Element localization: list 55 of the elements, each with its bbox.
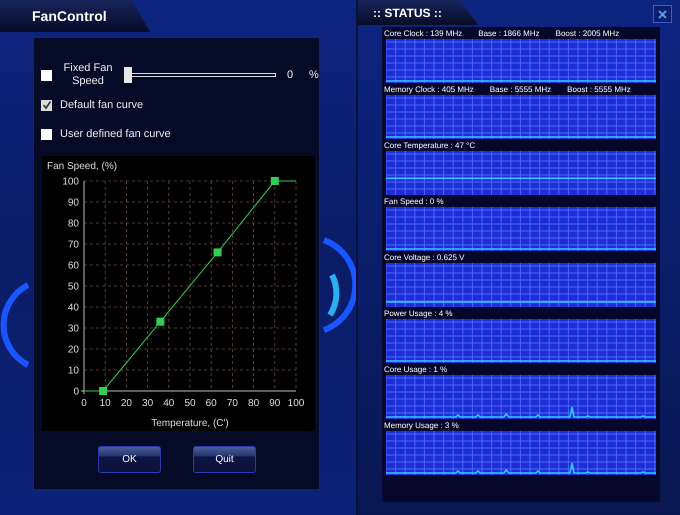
y-tick-label: 10 [68,366,79,376]
graph-label: Boost : 5555 MHz [567,84,631,94]
y-tick-label: 20 [68,344,79,356]
y-tick-label: 70 [68,240,79,250]
dialog-button[interactable]: OK [98,446,161,473]
x-axis-title: Temperature, (C') [151,418,229,429]
checkbox[interactable] [41,70,52,80]
graph-label: Power Usage : 4 % [384,308,452,318]
y-tick-label: 80 [68,218,79,230]
x-tick-label: 0 [81,398,87,409]
unit-label: % [309,69,319,81]
x-tick-label: 60 [206,398,217,409]
curve-point-handle[interactable] [156,318,164,326]
graph-label: Core Voltage : 0.625 V [384,252,464,262]
x-tick-label: 20 [120,398,132,409]
option-label: Default fan curve [60,99,144,111]
y-tick-label: 60 [68,260,79,272]
graph-label: Core Temperature : 47 °C [384,140,476,150]
x-tick-label: 50 [184,398,196,409]
checkbox[interactable] [41,128,52,140]
graph-label: Boost : 2005 MHz [556,28,620,38]
y-tick-label: 30 [68,324,79,334]
slider-value: 0 [287,69,294,81]
graph-label: Fan Speed : 0 % [384,196,444,206]
graph-label: Base : 1866 MHz [478,28,540,38]
graph-label: Memory Clock : 405 MHz [384,84,474,94]
chart-title: Fan Speed, (%) [47,161,118,172]
x-tick-label: 70 [226,398,238,409]
option-label: User defined fan curve [60,128,171,140]
slider-thumb[interactable] [124,67,132,83]
y-tick-label: 40 [68,302,79,314]
y-tick-label: 50 [68,282,79,292]
curve-point-handle[interactable] [214,248,222,256]
x-tick-label: 100 [288,398,304,409]
x-tick-label: 90 [269,398,280,409]
dialog-button[interactable]: Quit [193,446,256,473]
fan-speed-slider[interactable] [124,67,276,83]
x-tick-label: 10 [100,398,111,409]
x-tick-label: 40 [163,398,174,409]
x-tick-label: 30 [142,398,154,409]
option-label: Fixed Fan Speed [62,62,114,88]
window-title: :: STATUS :: [372,6,442,20]
y-tick-label: 90 [68,198,79,208]
graph-label: Base : 5555 MHz [490,84,552,94]
curve-point-handle[interactable] [99,387,108,395]
graph-label: Memory Usage : 3 % [384,420,459,430]
graph-label: Core Clock : 139 MHz [384,28,462,38]
y-tick-label: 0 [73,386,79,398]
graph-label: Core Usage : 1 % [384,364,448,374]
y-tick-label: 100 [62,176,79,188]
checkbox[interactable] [41,100,52,110]
close-icon[interactable] [653,5,672,23]
x-tick-label: 80 [248,398,260,409]
window-title: FanControl [31,8,107,24]
curve-point-handle[interactable] [270,177,279,185]
